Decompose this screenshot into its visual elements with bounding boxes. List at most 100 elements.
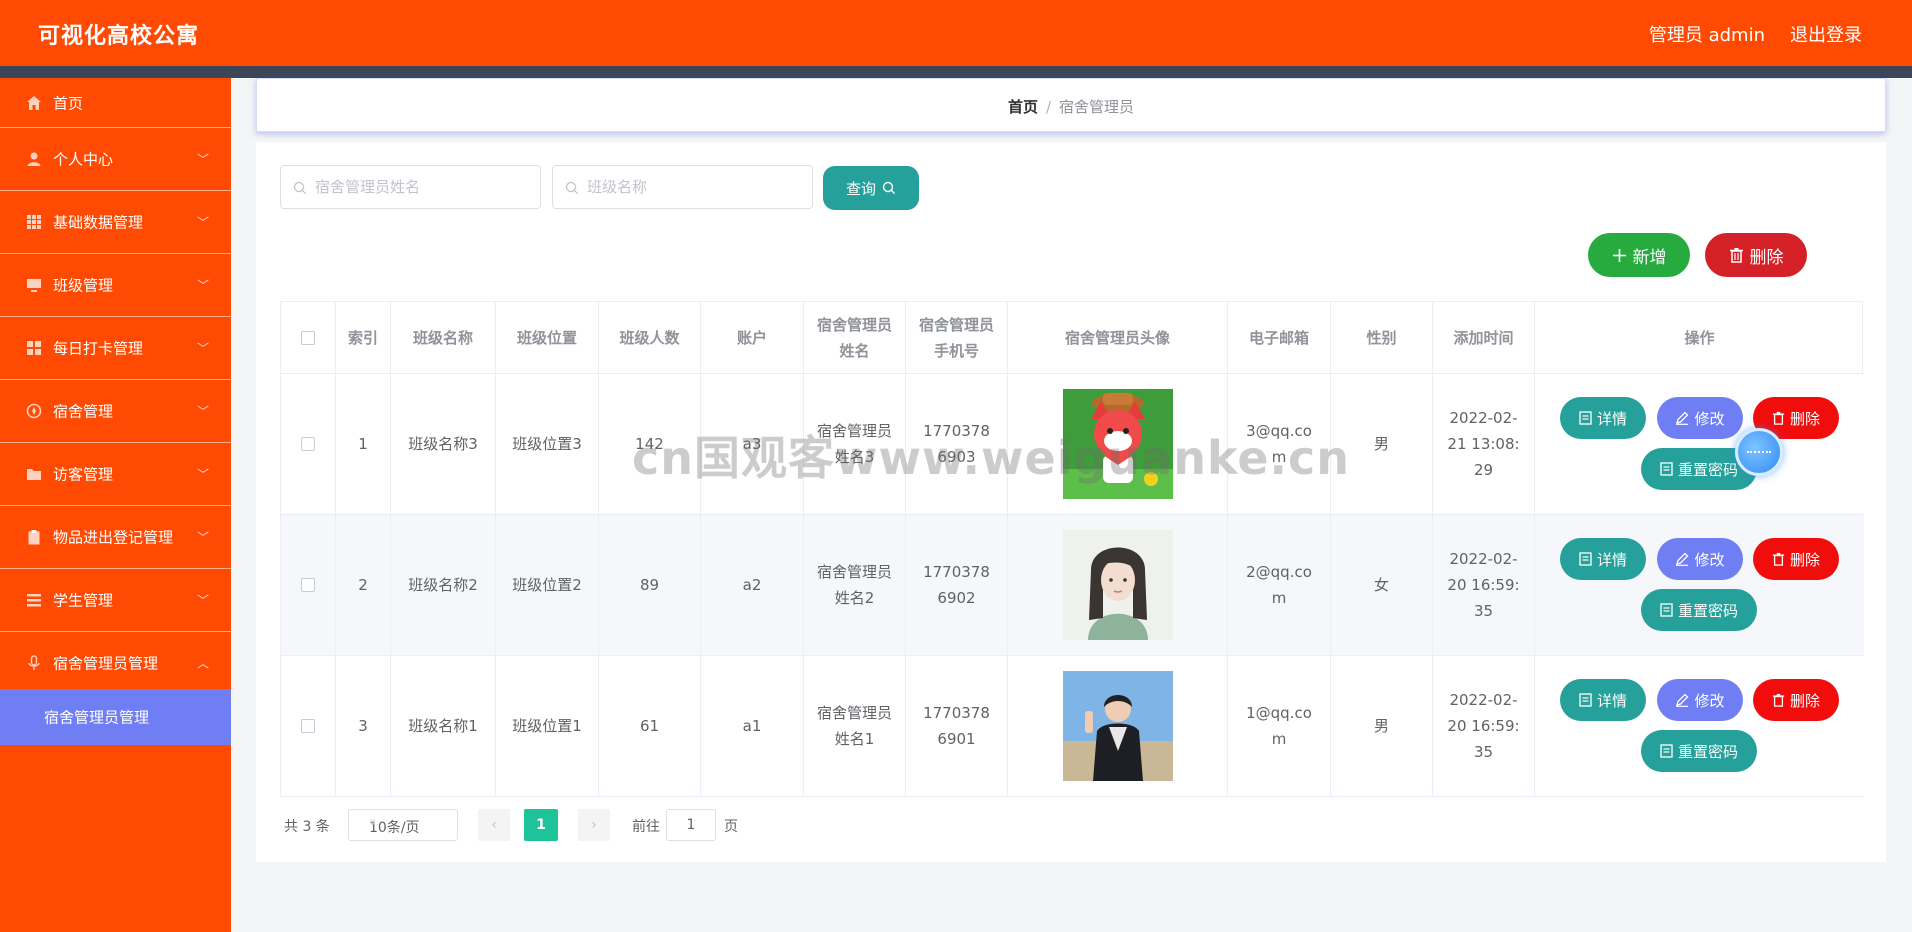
page-size-select[interactable]: 10条/页 ∨ <box>348 809 458 841</box>
sidebar-item-visitor-management[interactable]: 访客管理 ﹀ <box>0 443 231 506</box>
sidebar-subitem-dorm-admin[interactable]: 宿舍管理员管理 <box>0 689 231 745</box>
column-header: 账户 <box>701 302 804 373</box>
column-header: 班级名称 <box>391 302 496 373</box>
clipboard-icon <box>26 529 42 545</box>
goto-page-input[interactable] <box>666 809 716 841</box>
sidebar-item-personal-center[interactable]: 个人中心 ﹀ <box>0 128 231 191</box>
actions-cell: 详情 修改 删除 重置密码 <box>1535 374 1864 514</box>
gender-cell: 女 <box>1331 515 1433 655</box>
pagination: 共 3 条 10条/页 ∨ ‹ 1 › 前往 页 <box>280 808 880 842</box>
query-button[interactable]: 查询 <box>823 166 919 210</box>
manager-name-input[interactable] <box>315 166 535 208</box>
sidebar-subitem-label: 宿舍管理员管理 <box>44 708 150 727</box>
chevron-down-icon: ﹀ <box>196 467 209 482</box>
manager-table: 索引 班级名称 班级位置 班级人数 账户 宿舍管理员姓名 宿舍管理员手机号 宿舍… <box>280 301 1864 797</box>
edit-button-label: 修改 <box>1694 409 1725 428</box>
breadcrumb-home[interactable]: 首页 <box>1008 98 1038 116</box>
sidebar-item-daily-checkin[interactable]: 每日打卡管理 ﹀ <box>0 317 231 380</box>
delete-button[interactable]: 删除 <box>1753 679 1839 721</box>
breadcrumb: 首页 / 宿舍管理员 <box>257 96 1885 117</box>
edit-button[interactable]: 修改 <box>1657 397 1743 439</box>
select-all-checkbox[interactable] <box>301 330 315 345</box>
boy-photo-avatar <box>1062 671 1173 781</box>
sidebar-item-label: 物品进出登记管理 <box>53 528 174 547</box>
created-at-cell: 2022-02-20 16:59:35 <box>1433 515 1535 655</box>
detail-button[interactable]: 详情 <box>1560 679 1646 721</box>
delete-button-label: 删除 <box>1789 550 1820 569</box>
created-at-cell: 2022-02-21 13:08:29 <box>1433 374 1535 514</box>
search-icon <box>565 180 579 194</box>
next-page-button[interactable]: › <box>578 809 610 841</box>
edit-button[interactable]: 修改 <box>1657 538 1743 580</box>
account-cell: a2 <box>701 515 804 655</box>
edit-button[interactable]: 修改 <box>1657 679 1743 721</box>
edit-icon <box>1676 693 1689 707</box>
detail-button[interactable]: 详情 <box>1560 538 1646 580</box>
reset-password-button[interactable]: 重置密码 <box>1641 730 1757 772</box>
manager-name-search <box>280 165 541 209</box>
chevron-down-icon: ﹀ <box>196 278 209 293</box>
class-count-cell: 142 <box>599 374 701 514</box>
delete-button[interactable]: 删除 <box>1753 538 1839 580</box>
detail-button-label: 详情 <box>1596 550 1627 569</box>
gender-cell: 男 <box>1331 656 1433 796</box>
detail-button[interactable]: 详情 <box>1560 397 1646 439</box>
sidebar-item-item-registration[interactable]: 物品进出登记管理 ﹀ <box>0 506 231 569</box>
sidebar-item-label: 班级管理 <box>53 276 114 295</box>
app-title: 可视化高校公寓 <box>38 24 200 49</box>
logout-link[interactable]: 退出登录 <box>1790 21 1862 47</box>
girl-portrait-avatar <box>1062 530 1173 640</box>
sidebar-item-label: 学生管理 <box>53 591 114 610</box>
class-name-cell: 班级名称3 <box>391 374 496 514</box>
row-checkbox[interactable] <box>301 719 315 733</box>
reset-password-button[interactable]: 重置密码 <box>1641 589 1757 631</box>
column-header: 班级人数 <box>599 302 701 373</box>
monitor-icon <box>26 277 42 293</box>
chevron-right-icon: › <box>591 817 597 833</box>
class-name-input[interactable] <box>587 166 807 208</box>
trash-icon <box>1772 552 1785 566</box>
grid-icon <box>26 214 42 230</box>
chevron-down-icon: ﹀ <box>196 593 209 608</box>
add-button[interactable]: 新增 <box>1588 233 1690 277</box>
index-cell: 1 <box>336 374 391 514</box>
class-location-cell: 班级位置1 <box>496 656 599 796</box>
manager-phone-cell: 17703786902 <box>906 515 1008 655</box>
document-icon <box>1579 411 1592 425</box>
column-header: 宿舍管理员姓名 <box>804 302 906 373</box>
row-checkbox[interactable] <box>301 578 315 592</box>
chevron-down-icon: ﹀ <box>196 530 209 545</box>
batch-delete-button[interactable]: 删除 <box>1705 233 1807 277</box>
reset-password-button-label: 重置密码 <box>1677 601 1738 620</box>
chevron-down-icon: ﹀ <box>196 215 209 230</box>
document-icon <box>1579 693 1592 707</box>
manager-phone-cell: 17703786903 <box>906 374 1008 514</box>
document-icon <box>1660 603 1673 617</box>
sidebar-item-dorm-management[interactable]: 宿舍管理 ﹀ <box>0 380 231 443</box>
index-cell: 3 <box>336 656 391 796</box>
sidebar: 首页 个人中心 ﹀ 基础数据管理 ﹀ 班级管理 ﹀ 每日打卡管理 ﹀ 宿舍管理 … <box>0 78 231 932</box>
avatar-cell <box>1008 515 1228 655</box>
sidebar-item-basic-data[interactable]: 基础数据管理 ﹀ <box>0 191 231 254</box>
column-header: 宿舍管理员手机号 <box>906 302 1008 373</box>
query-button-label: 查询 <box>845 179 876 198</box>
goto-label: 前往 <box>632 819 660 835</box>
chevron-down-icon: ﹀ <box>196 152 209 167</box>
floating-assistant-button[interactable] <box>1735 428 1783 476</box>
delete-button-label: 删除 <box>1789 691 1820 710</box>
reset-password-button-label: 重置密码 <box>1677 460 1738 479</box>
row-checkbox[interactable] <box>301 437 315 451</box>
prev-page-button[interactable]: ‹ <box>478 809 510 841</box>
page-number-current[interactable]: 1 <box>524 809 558 841</box>
top-divider <box>0 66 1912 78</box>
column-header: 班级位置 <box>496 302 599 373</box>
detail-button-label: 详情 <box>1596 409 1627 428</box>
sidebar-item-dorm-admin-management[interactable]: 宿舍管理员管理 ︿ <box>0 632 231 695</box>
sidebar-item-class-management[interactable]: 班级管理 ﹀ <box>0 254 231 317</box>
chevron-down-icon: ﹀ <box>196 404 209 419</box>
sidebar-item-student-management[interactable]: 学生管理 ﹀ <box>0 569 231 632</box>
sidebar-item-home[interactable]: 首页 <box>0 78 231 128</box>
email-cell: 1@qq.com <box>1228 656 1331 796</box>
table-row: 2 班级名称2 班级位置2 89 a2 宿舍管理员姓名2 17703786902… <box>281 515 1864 656</box>
edit-button-label: 修改 <box>1694 550 1725 569</box>
